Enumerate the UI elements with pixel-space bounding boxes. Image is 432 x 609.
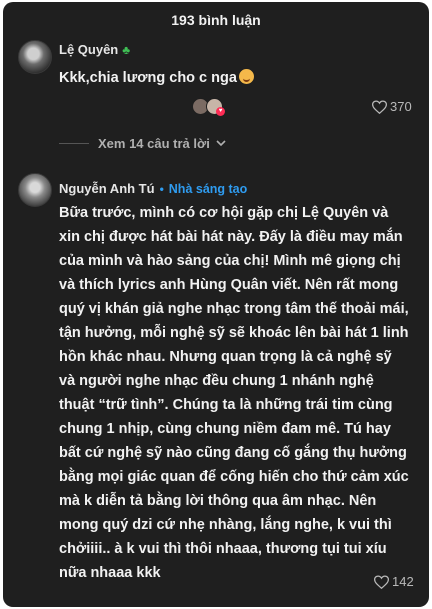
- view-replies-label: Xem 14 câu trả lời: [98, 136, 210, 151]
- like-button[interactable]: 142: [374, 574, 414, 589]
- comment-text: Bữa trước, mình có cơ hội gặp chị Lệ Quy…: [59, 205, 409, 581]
- chevron-down-icon: [216, 140, 226, 147]
- separator-dot: •: [159, 181, 164, 196]
- comment-count-header: 193 bình luận: [171, 12, 261, 28]
- comment-author-row: Nguyễn Anh Tú • Nhà sáng tạo: [59, 181, 247, 196]
- four-leaf-clover-icon: ♣: [122, 42, 131, 57]
- smiling-face-with-hearts-icon: [238, 69, 254, 84]
- heart-outline-icon: [374, 574, 389, 589]
- like-button[interactable]: 370: [372, 99, 412, 114]
- like-count: 142: [392, 574, 414, 589]
- comment-text: Kkk,chia lương cho c nga: [59, 66, 399, 90]
- comment-body: Kkk,chia lương cho c nga: [59, 70, 237, 86]
- avatar: ♥: [206, 98, 225, 116]
- avatar[interactable]: [18, 173, 52, 207]
- heart-badge-icon: ♥: [216, 107, 225, 116]
- divider: [59, 143, 89, 144]
- creator-tag: Nhà sáng tạo: [168, 181, 248, 196]
- comment-author-name[interactable]: Nguyễn Anh Tú: [59, 181, 155, 196]
- comment-author-row: Lệ Quyên ♣: [59, 42, 130, 57]
- avatar[interactable]: [18, 40, 52, 74]
- comment-author-name[interactable]: Lệ Quyên: [59, 42, 118, 57]
- comments-panel: 193 bình luận Lệ Quyên ♣ Kkk,chia lương …: [3, 2, 429, 607]
- view-replies-button[interactable]: Xem 14 câu trả lời: [59, 136, 226, 151]
- like-count: 370: [390, 99, 412, 114]
- creator-liked-indicator: ♥: [192, 98, 225, 116]
- heart-outline-icon: [372, 99, 387, 114]
